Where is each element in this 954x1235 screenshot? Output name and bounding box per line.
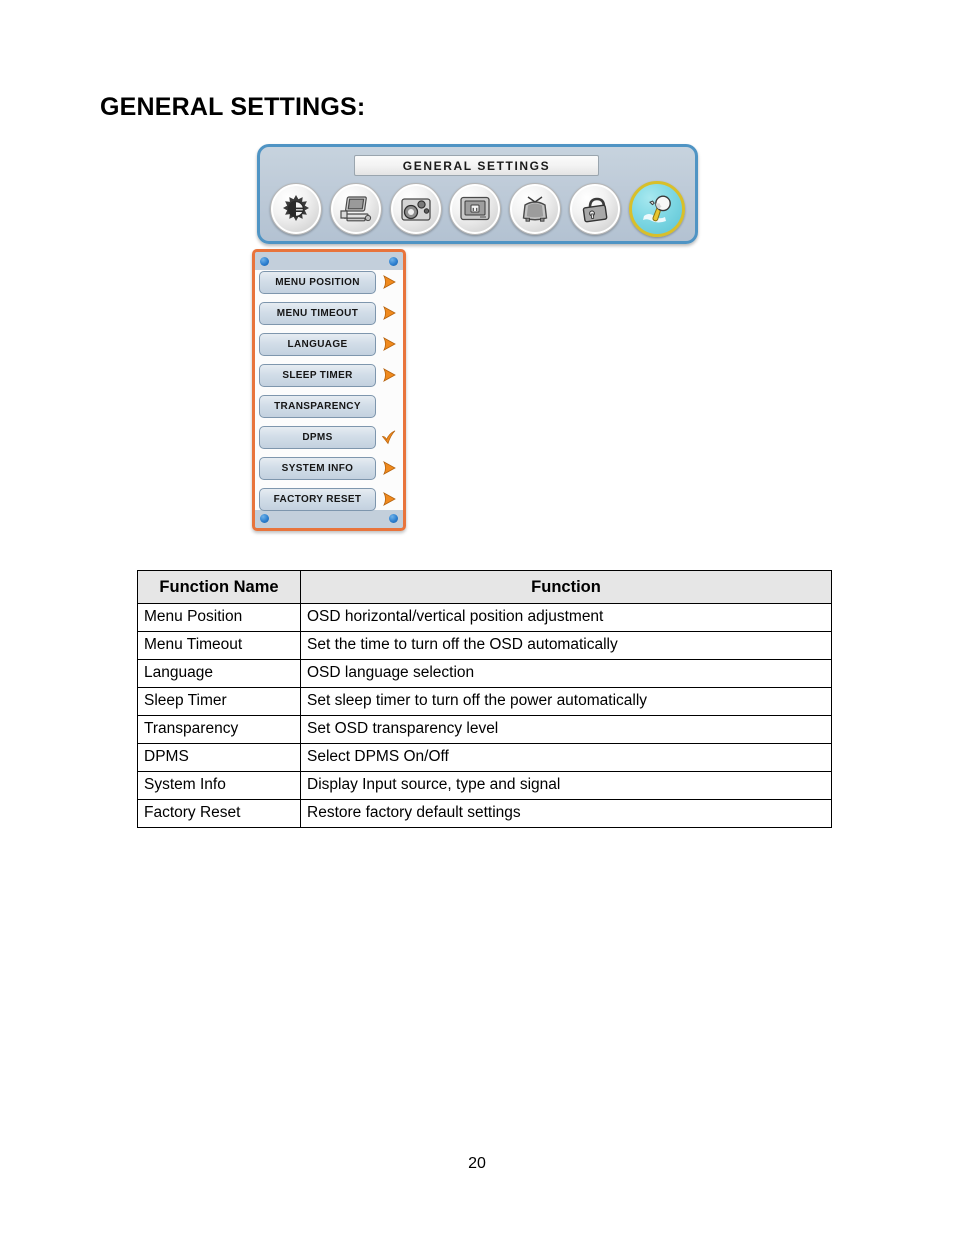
corner-dot-icon	[260, 257, 269, 266]
list-item[interactable]: FACTORY RESET	[259, 486, 399, 512]
list-item[interactable]: MENU TIMEOUT	[259, 300, 399, 326]
submenu-item-factory-reset[interactable]: FACTORY RESET	[259, 487, 376, 511]
cell-function: Select DPMS On/Off	[300, 742, 832, 772]
osd-lock-icon[interactable]	[569, 183, 622, 235]
page-number: 20	[468, 1155, 486, 1172]
checkmark-icon	[379, 426, 399, 449]
cell-function: Display Input source, type and signal	[300, 770, 832, 800]
arrow-right-icon	[379, 333, 399, 356]
color-settings-icon[interactable]	[389, 183, 442, 235]
arrow-right-icon	[379, 364, 399, 387]
list-item[interactable]: SLEEP TIMER	[259, 362, 399, 388]
brightness-contrast-icon[interactable]	[270, 183, 322, 235]
corner-dot-icon	[389, 257, 398, 266]
submenu-item-sleep-timer[interactable]: SLEEP TIMER	[259, 363, 376, 387]
submenu-marker-none	[379, 395, 399, 418]
list-item[interactable]: SYSTEM INFO	[259, 455, 399, 481]
submenu-item-dpms[interactable]: DPMS	[259, 425, 376, 449]
cell-function: Restore factory default settings	[300, 798, 832, 828]
submenu-item-menu-position[interactable]: MENU POSITION	[259, 270, 376, 294]
table-row: Sleep Timer Set sleep timer to turn off …	[137, 687, 832, 716]
submenu-item-system-info[interactable]: SYSTEM INFO	[259, 456, 376, 480]
submenu-item-menu-timeout[interactable]: MENU TIMEOUT	[259, 301, 376, 325]
list-item[interactable]: LANGUAGE	[259, 331, 399, 357]
cell-function-name: Menu Timeout	[137, 631, 301, 661]
general-settings-icon[interactable]	[628, 181, 685, 237]
picture-mode-icon[interactable]	[509, 183, 562, 235]
submenu-item-transparency[interactable]: TRANSPARENCY	[259, 394, 376, 418]
cell-function-name: Factory Reset	[137, 798, 301, 828]
list-item[interactable]: TRANSPARENCY	[259, 393, 399, 419]
cell-function-name: System Info	[137, 770, 301, 800]
cell-function-name: Sleep Timer	[137, 687, 301, 716]
cell-function-name: Language	[137, 659, 301, 689]
arrow-right-icon	[379, 488, 399, 511]
cell-function: Set OSD transparency level	[300, 714, 832, 744]
osd-menu-title: GENERAL SETTINGS	[354, 155, 599, 176]
list-item[interactable]: DPMS	[259, 424, 399, 450]
cell-function-name: Transparency	[137, 714, 301, 744]
cell-function-name: Menu Position	[137, 603, 301, 633]
table-row: Transparency Set OSD transparency level	[137, 714, 832, 744]
cell-function: Set the time to turn off the OSD automat…	[300, 631, 832, 661]
osd-icon-row	[266, 181, 689, 237]
input-source-icon[interactable]	[449, 183, 502, 235]
table-row: System Info Display Input source, type a…	[137, 770, 832, 800]
arrow-right-icon	[379, 302, 399, 325]
table-row: Menu Position OSD horizontal/vertical po…	[137, 603, 832, 633]
cell-function-name: DPMS	[137, 742, 301, 772]
page-title: GENERAL SETTINGS:	[100, 93, 366, 121]
table-row: Menu Timeout Set the time to turn off th…	[137, 631, 832, 661]
arrow-right-icon	[379, 271, 399, 294]
list-item[interactable]: MENU POSITION	[259, 269, 399, 295]
osd-submenu-list: MENU POSITION MENU TIMEOUT LANGUAGE SLEE…	[255, 269, 403, 517]
column-header-function: Function	[300, 569, 832, 605]
function-description-table: Function Name Function Menu Position OSD…	[137, 569, 832, 828]
cell-function: OSD horizontal/vertical position adjustm…	[300, 603, 832, 633]
column-header-function-name: Function Name	[137, 569, 301, 605]
image-setup-icon[interactable]	[329, 183, 382, 235]
arrow-right-icon	[379, 457, 399, 480]
table-header-row: Function Name Function	[137, 569, 832, 605]
osd-submenu-panel: MENU POSITION MENU TIMEOUT LANGUAGE SLEE…	[252, 249, 406, 531]
osd-main-menu-bar: GENERAL SETTINGS	[257, 144, 698, 244]
cell-function: OSD language selection	[300, 659, 832, 689]
cell-function: Set sleep timer to turn off the power au…	[300, 687, 832, 716]
table-row: DPMS Select DPMS On/Off	[137, 742, 832, 772]
submenu-item-language[interactable]: LANGUAGE	[259, 332, 376, 356]
table-row: Language OSD language selection	[137, 659, 832, 689]
table-row: Factory Reset Restore factory default se…	[137, 798, 832, 828]
